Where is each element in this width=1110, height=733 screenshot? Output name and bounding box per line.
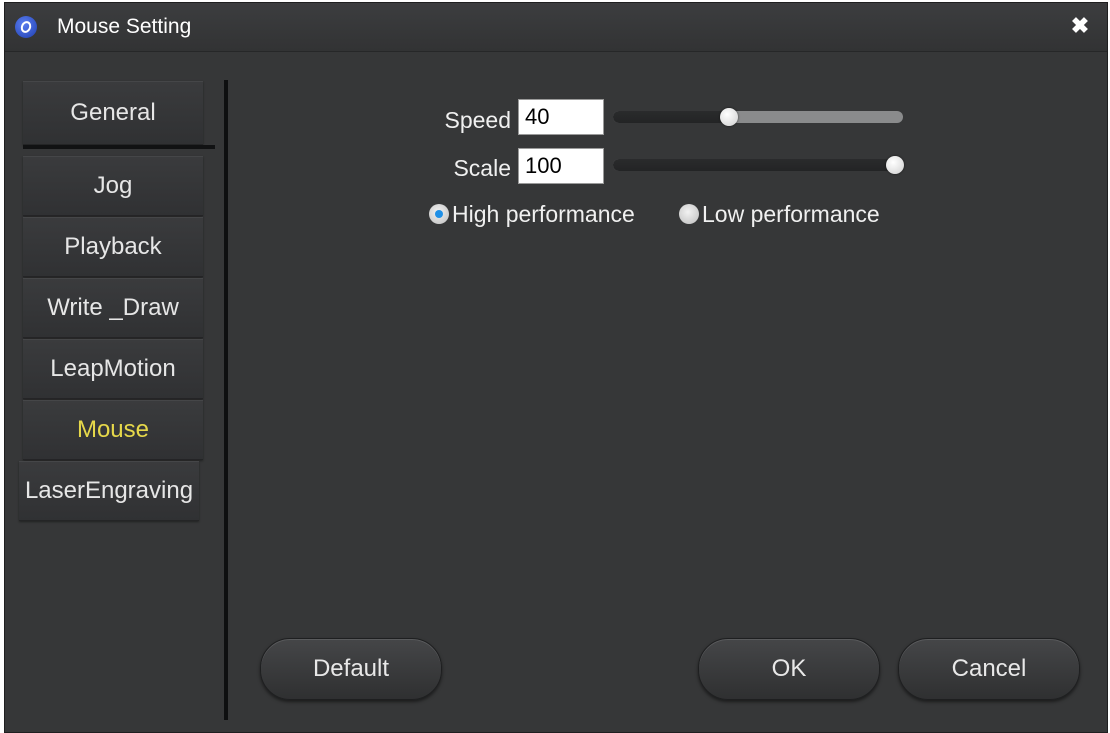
tab-label: Playback bbox=[64, 233, 162, 260]
cancel-button-label: Cancel bbox=[951, 655, 1027, 682]
ok-button-label: OK bbox=[771, 655, 807, 682]
app-logo-icon bbox=[15, 16, 37, 38]
tab-leapmotion[interactable]: LeapMotion bbox=[23, 339, 203, 399]
tab-label: Mouse bbox=[76, 416, 150, 443]
scale-label: Scale bbox=[453, 155, 511, 181]
tab-label: Jog bbox=[93, 172, 133, 199]
tab-write-draw[interactable]: Write _Draw bbox=[23, 278, 203, 338]
tab-label: General bbox=[70, 99, 156, 126]
tab-laserengraving[interactable]: LaserEngraving bbox=[19, 461, 199, 521]
high-performance-radio[interactable] bbox=[429, 204, 449, 224]
speed-input[interactable] bbox=[518, 99, 604, 135]
low-performance-label[interactable]: Low performance bbox=[702, 201, 880, 228]
close-icon[interactable]: ✖ bbox=[1067, 13, 1093, 39]
speed-slider-fill bbox=[613, 111, 729, 123]
speed-slider[interactable] bbox=[613, 108, 903, 126]
tab-jog[interactable]: Jog bbox=[23, 156, 203, 216]
scale-slider-fill bbox=[613, 159, 895, 171]
speed-slider-handle[interactable] bbox=[720, 108, 738, 126]
cancel-button[interactable]: Cancel bbox=[898, 638, 1080, 700]
window-title: Mouse Setting bbox=[57, 15, 192, 38]
default-button[interactable]: Default bbox=[260, 638, 442, 700]
tab-label: Write _Draw bbox=[47, 294, 179, 321]
title-bar[interactable]: Mouse Setting ✖ bbox=[5, 3, 1107, 52]
scale-slider[interactable] bbox=[613, 156, 904, 174]
tab-label: LeapMotion bbox=[50, 355, 176, 382]
scale-input[interactable] bbox=[518, 148, 604, 184]
tab-divider bbox=[23, 145, 215, 149]
tab-general[interactable]: General bbox=[23, 81, 203, 145]
tab-label: LaserEngraving bbox=[24, 477, 194, 504]
scale-slider-handle[interactable] bbox=[886, 156, 904, 174]
tab-playback[interactable]: Playback bbox=[23, 217, 203, 277]
speed-label: Speed bbox=[444, 107, 511, 133]
default-button-label: Default bbox=[312, 655, 390, 682]
high-performance-label[interactable]: High performance bbox=[452, 201, 635, 228]
mouse-setting-dialog: Mouse Setting ✖ General Jog Playback Wri… bbox=[4, 2, 1108, 733]
tab-mouse[interactable]: Mouse bbox=[23, 400, 203, 460]
sidebar-separator bbox=[224, 80, 228, 720]
ok-button[interactable]: OK bbox=[698, 638, 880, 700]
low-performance-radio[interactable] bbox=[679, 204, 699, 224]
